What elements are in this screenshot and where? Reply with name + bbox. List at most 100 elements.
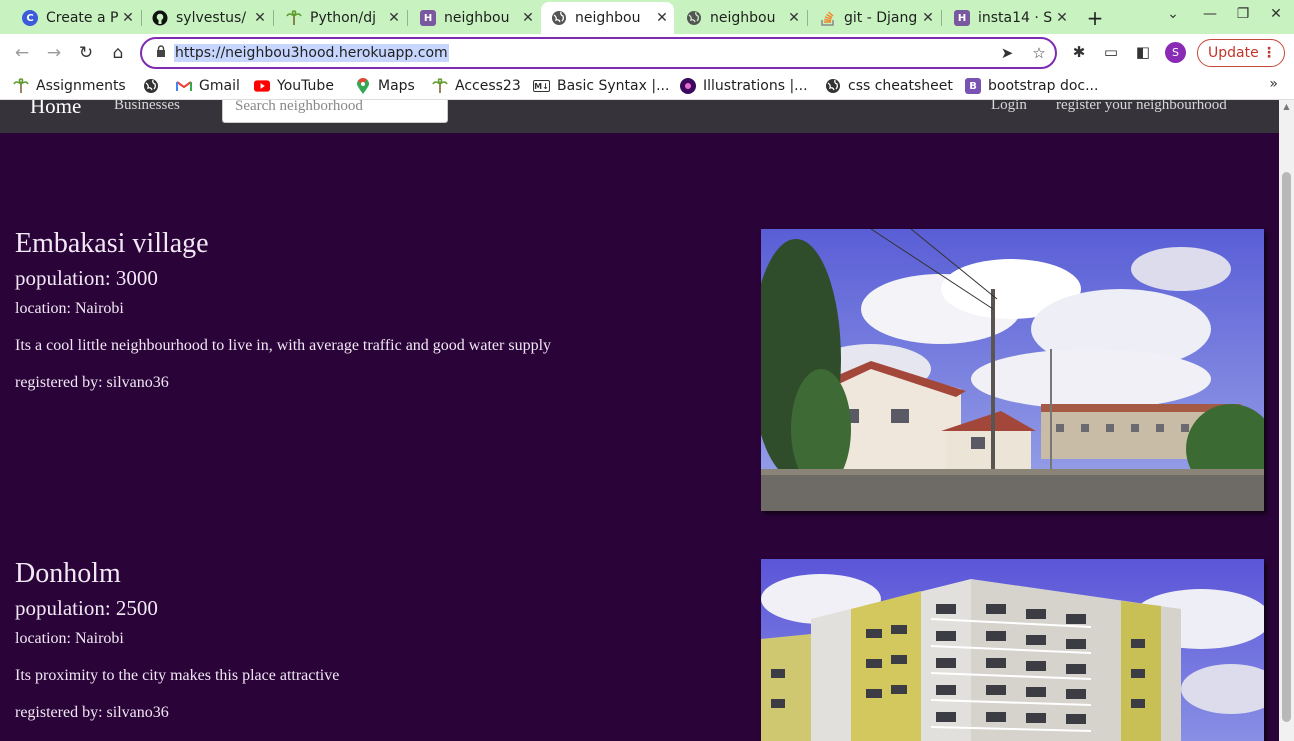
send-icon[interactable]: ➤ (997, 44, 1017, 62)
lock-icon (157, 45, 165, 57)
bootstrap-icon: B (965, 78, 981, 94)
address-bar[interactable]: https://neighbou3hood.herokuapp.com ➤ ☆ (140, 37, 1057, 69)
tab-search-chevron-icon[interactable]: ⌄ (1163, 6, 1183, 22)
scroll-up-arrow-icon[interactable]: ▲ (1279, 102, 1294, 111)
url-text[interactable]: https://neighbou3hood.herokuapp.com (174, 44, 449, 62)
search-input[interactable] (222, 100, 448, 123)
tab-title: neighbou (575, 10, 641, 26)
tab-title: insta14 · S (978, 10, 1052, 26)
bookmark-basic-syntax[interactable]: M↓ Basic Syntax |... (533, 76, 669, 96)
tab-7[interactable]: H insta14 · S ✕ (944, 3, 1074, 33)
site-navbar: Home Businesses Login register your neig… (0, 100, 1279, 133)
gmail-icon (176, 78, 192, 94)
bookmark-maps[interactable]: Maps (355, 76, 415, 96)
globe-icon (825, 78, 841, 94)
tab-strip: C Create a P ✕ sylvestus/ ✕ Python/dj ✕ … (0, 0, 1294, 34)
bookmark-access23[interactable]: Access23 (432, 76, 521, 96)
bookmark-bootstrap[interactable]: B bootstrap doc... (965, 76, 1098, 96)
close-icon[interactable]: ✕ (1052, 10, 1072, 26)
forward-button[interactable]: → (42, 41, 66, 65)
close-icon[interactable]: ✕ (384, 10, 404, 26)
palm-icon (432, 78, 448, 94)
bookmark-assignments[interactable]: Assignments (13, 76, 126, 96)
tab-title: neighbou (710, 10, 776, 26)
bookmark-css-cheatsheet[interactable]: css cheatsheet (825, 76, 953, 96)
home-button[interactable]: ⌂ (106, 41, 130, 65)
profile-avatar[interactable]: S (1165, 42, 1186, 63)
hood-card: Embakasi village population: 3000 locati… (15, 228, 551, 392)
tab-4-active[interactable]: neighbou ✕ (541, 2, 674, 34)
circle-c-icon: C (22, 10, 38, 26)
github-icon (152, 10, 168, 26)
bookmark-youtube[interactable]: YouTube (254, 76, 334, 96)
minimize-button[interactable]: — (1200, 6, 1220, 22)
hood-photo (761, 559, 1264, 741)
bookmarks-overflow-icon[interactable]: » (1269, 76, 1278, 92)
cast-icon[interactable]: ▭ (1101, 43, 1121, 61)
hood-registered-by: registered by: silvano36 (15, 374, 169, 391)
tab-2[interactable]: Python/dj ✕ (276, 3, 406, 33)
nav-businesses-link[interactable]: Businesses (114, 100, 180, 114)
globe-icon (686, 10, 702, 26)
hood-description: Its a cool little neighbourhood to live … (15, 337, 552, 354)
side-panel-icon[interactable]: ◧ (1133, 43, 1153, 61)
tab-title: Python/dj (310, 10, 377, 26)
nav-home-link[interactable]: Home (30, 100, 81, 119)
back-button[interactable]: ← (10, 41, 34, 65)
tab-0[interactable]: C Create a P ✕ (12, 3, 140, 33)
hood-description: Its proximity to the city makes this pla… (15, 667, 340, 684)
close-icon[interactable]: ✕ (518, 10, 538, 26)
more-menu-icon[interactable]: ⋮ (1262, 40, 1276, 66)
page-content: Home Businesses Login register your neig… (0, 100, 1279, 741)
globe-icon (551, 10, 567, 26)
close-window-button[interactable]: ✕ (1266, 6, 1286, 22)
hood-registered-by: registered by: silvano36 (15, 704, 169, 721)
close-icon[interactable]: ✕ (118, 10, 138, 26)
close-icon[interactable]: ✕ (784, 10, 804, 26)
globe-icon (143, 78, 159, 94)
hood-name: Donholm (15, 558, 121, 589)
restore-button[interactable]: ❐ (1233, 6, 1253, 22)
tab-5[interactable]: neighbou ✕ (676, 3, 806, 33)
nav-register-link[interactable]: register your neighbourhood (1056, 100, 1227, 114)
extensions-icon[interactable]: ✱ (1069, 43, 1089, 61)
bookmark-star-icon[interactable]: ☆ (1029, 44, 1049, 62)
new-tab-button[interactable]: + (1083, 6, 1107, 30)
tab-1[interactable]: sylvestus/ ✕ (142, 3, 272, 33)
scrollbar-thumb[interactable] (1282, 172, 1291, 722)
palm-icon (286, 10, 302, 26)
hood-photo (761, 229, 1264, 511)
bookmark-gmail[interactable]: Gmail (176, 76, 240, 96)
maps-icon (355, 78, 371, 94)
markdown-icon: M↓ (533, 80, 550, 92)
browser-toolbar: ← → ↻ ⌂ https://neighbou3hood.herokuapp.… (0, 34, 1294, 72)
bookmark-illustrations[interactable]: Illustrations |... (680, 76, 808, 96)
reload-button[interactable]: ↻ (74, 41, 98, 65)
tab-title: sylvestus/ (176, 10, 247, 26)
nav-login-link[interactable]: Login (991, 100, 1027, 114)
update-label: Update (1208, 45, 1259, 61)
stackoverflow-icon (820, 10, 836, 26)
close-icon[interactable]: ✕ (918, 10, 938, 26)
palm-icon (13, 78, 29, 94)
close-icon[interactable]: ✕ (250, 10, 270, 26)
hood-card: Donholm population: 2500 location: Nairo… (15, 558, 339, 722)
heroku-icon: H (954, 10, 970, 26)
update-button[interactable]: Update ⋮ (1197, 39, 1285, 67)
tab-title: neighbou (444, 10, 510, 26)
page-scrollbar[interactable]: ▲ (1279, 100, 1294, 741)
tab-6[interactable]: git - Djang ✕ (810, 3, 940, 33)
hood-location: location: Nairobi (15, 300, 124, 317)
bookmarks-bar: Assignments Gmail YouTube Maps Access23 … (0, 72, 1294, 100)
heroku-icon: H (420, 10, 436, 26)
hood-population: population: 2500 (15, 596, 158, 620)
youtube-icon (254, 78, 270, 94)
tab-3[interactable]: H neighbou ✕ (410, 3, 540, 33)
close-icon[interactable]: ✕ (652, 10, 672, 26)
hood-population: population: 3000 (15, 266, 158, 290)
tab-title: Create a P (46, 10, 118, 26)
hood-name: Embakasi village (15, 228, 209, 259)
tab-title: git - Djang (844, 10, 918, 26)
bookmark-globe[interactable] (143, 76, 166, 96)
illustration-icon (680, 78, 696, 94)
